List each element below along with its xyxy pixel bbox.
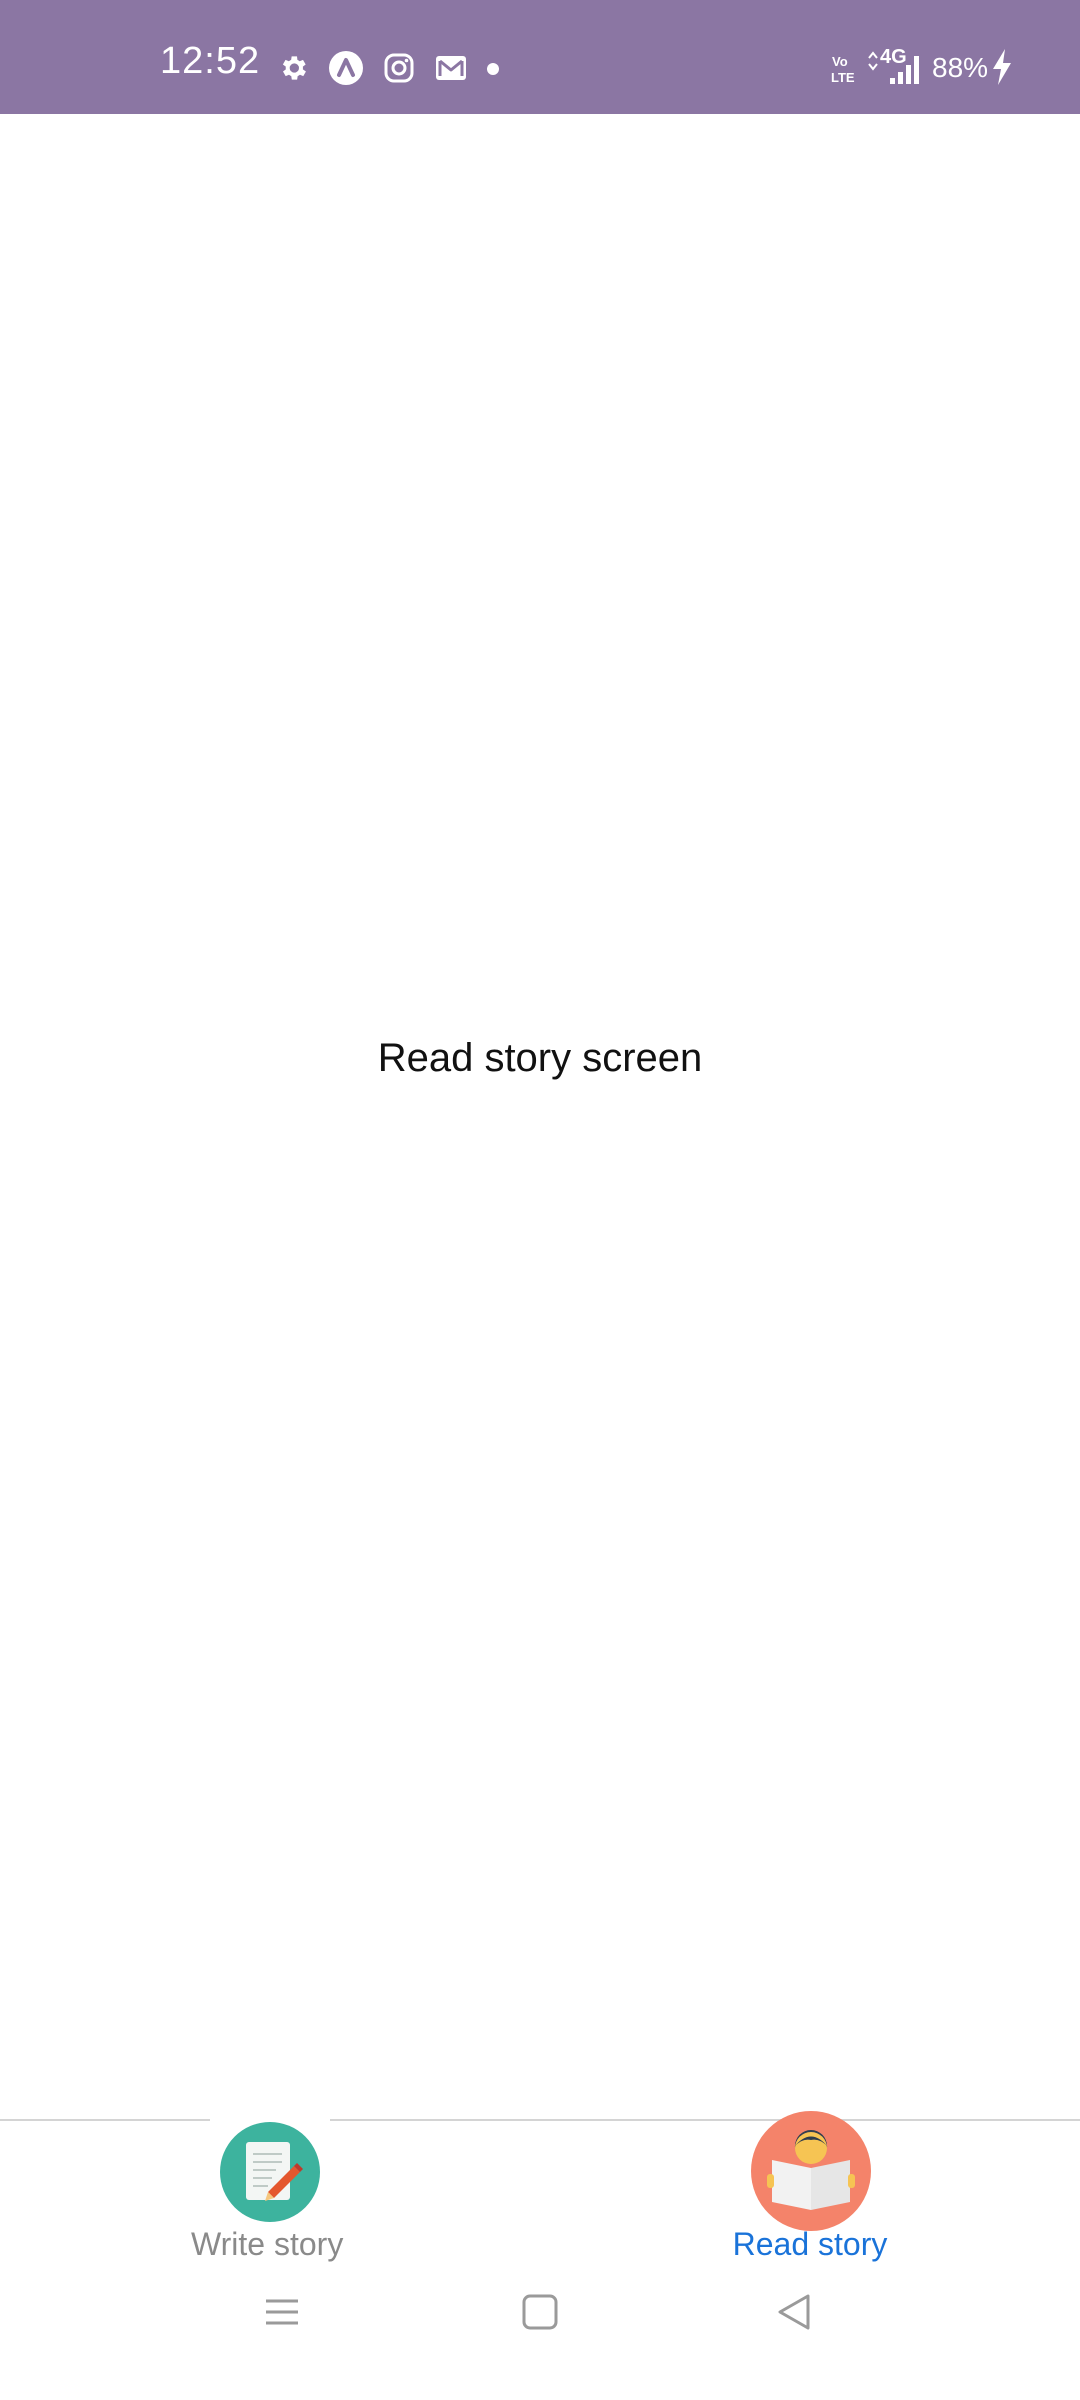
tab-read-story[interactable]: Read story (540, 2111, 1080, 2262)
svg-text:LTE: LTE (831, 70, 855, 85)
system-navigation-bar (0, 2262, 1080, 2400)
gmail-icon (436, 56, 466, 80)
document-pencil-icon (220, 2122, 320, 2222)
screen-title: Read story screen (377, 1036, 703, 1080)
screen-content: Read story screen (0, 114, 1080, 2118)
battery-percent: 88% (932, 52, 989, 83)
menu-icon[interactable] (262, 2292, 302, 2332)
gear-icon (282, 56, 306, 80)
svg-text:Vo: Vo (832, 54, 848, 69)
status-bar: 12:52 Vo LTE 4G 88% (0, 0, 1080, 114)
volte-icon: Vo LTE (831, 54, 855, 85)
back-icon[interactable] (774, 2292, 814, 2332)
reader-icon (751, 2111, 871, 2231)
home-icon[interactable] (520, 2292, 560, 2332)
instagram-icon (384, 53, 414, 83)
app-a-icon (329, 51, 363, 85)
dot-icon (487, 63, 499, 75)
tab-read-story-label: Read story (732, 2226, 888, 2262)
status-time: 12:52 (160, 40, 261, 82)
charging-icon (993, 49, 1011, 85)
network-type: 4G (880, 46, 907, 68)
tab-write-story[interactable]: Write story (0, 2118, 540, 2262)
